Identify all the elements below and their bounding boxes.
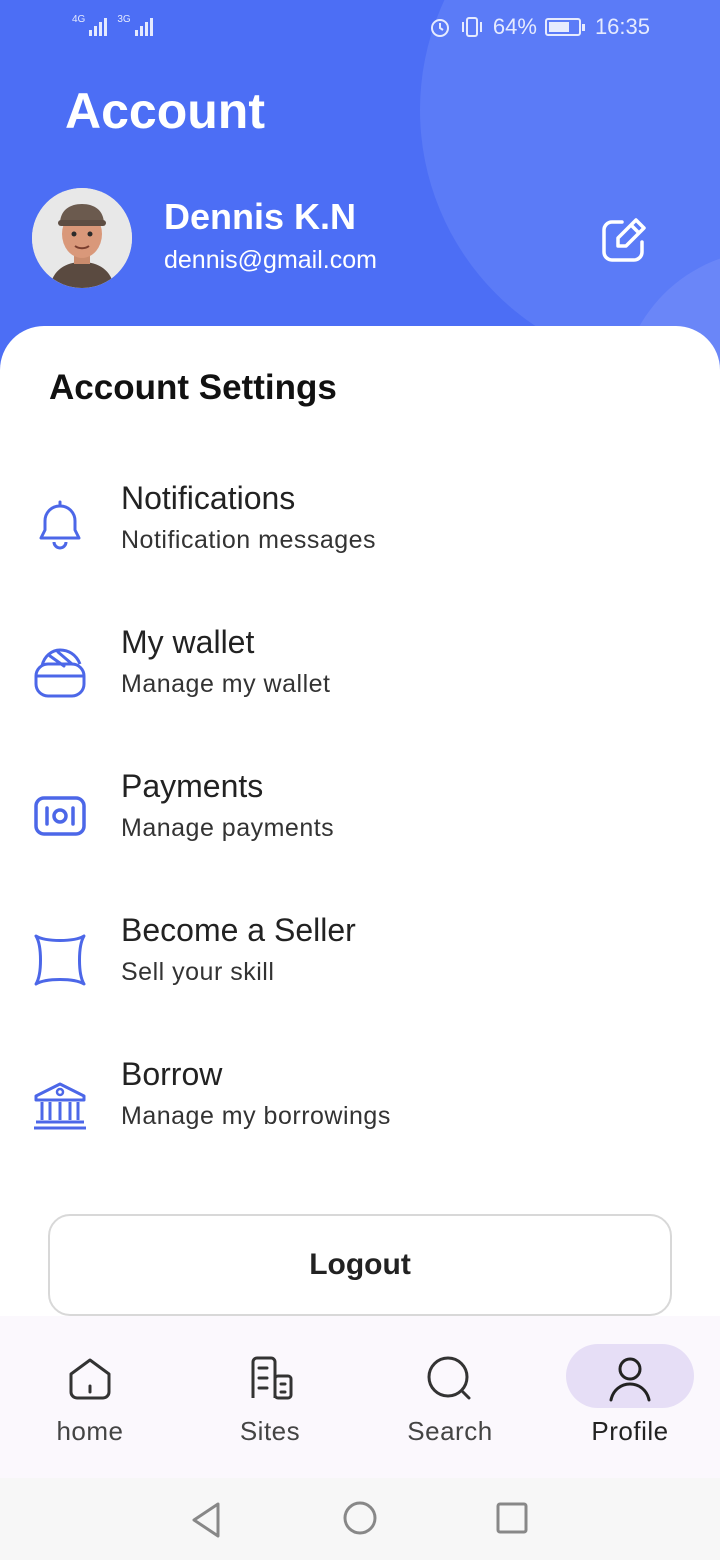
home-button-icon[interactable] [342,1500,378,1536]
user-name: Dennis K.N [164,196,357,237]
bottom-nav: home Sites Search Profile [0,1316,720,1478]
menu-item-title: Borrow [121,1056,223,1092]
menu-item-title: Notifications [121,480,296,516]
menu-item-subtitle: Manage my wallet [121,670,331,698]
menu-item-subtitle: Manage payments [121,814,335,842]
alarm-icon [430,19,449,37]
menu-item-subtitle: Notification messages [121,526,377,554]
profile-icon [603,1352,657,1406]
menu-item-title: Become a Seller [121,912,356,948]
buildings-icon [243,1352,297,1406]
back-icon[interactable] [188,1500,224,1540]
nav-item-profile[interactable]: Profile [540,1316,720,1478]
nav-item-search[interactable]: Search [360,1316,540,1478]
home-icon [63,1352,117,1406]
battery-icon [544,18,585,36]
status-bar: 4G 3G 64% 16:35 [0,0,720,56]
nav-item-sites[interactable]: Sites [180,1316,360,1478]
nav-label: Search [407,1416,493,1446]
recents-icon[interactable] [496,1502,528,1534]
menu-item-become-seller[interactable]: Become a Seller Sell your skill [0,912,720,1022]
money-icon [30,786,90,846]
menu-item-title: My wallet [121,624,255,660]
signal-icon-secondary: 3G [117,14,153,36]
clock: 16:35 [594,14,650,39]
user-email: dennis@gmail.com [164,246,377,274]
menu-item-wallet[interactable]: My wallet Manage my wallet [0,624,720,734]
bell-icon [30,498,90,558]
battery-percent: 64% [492,14,537,39]
logout-button[interactable]: Logout [48,1214,672,1316]
avatar[interactable] [32,188,132,288]
edit-profile-icon[interactable] [598,214,650,266]
system-nav-bar [0,1478,720,1560]
menu-item-subtitle: Sell your skill [121,958,275,986]
shape-icon [30,930,90,990]
menu-item-notifications[interactable]: Notifications Notification messages [0,480,720,590]
vibrate-icon [461,17,482,37]
search-icon [423,1352,477,1406]
bank-icon [30,1074,90,1134]
nav-label: Profile [591,1416,669,1446]
nav-item-home[interactable]: home [0,1316,180,1478]
signal-icon: 4G [72,14,108,36]
wallet-icon [30,642,90,702]
menu-item-subtitle: Manage my borrowings [121,1102,391,1130]
menu-item-title: Payments [121,768,264,804]
nav-label: Sites [239,1416,301,1446]
page-title: Account [65,83,265,139]
nav-label: home [56,1416,124,1446]
section-title: Account Settings [49,368,337,407]
menu-item-payments[interactable]: Payments Manage payments [0,768,720,878]
menu-item-borrow[interactable]: Borrow Manage my borrowings [0,1056,720,1166]
